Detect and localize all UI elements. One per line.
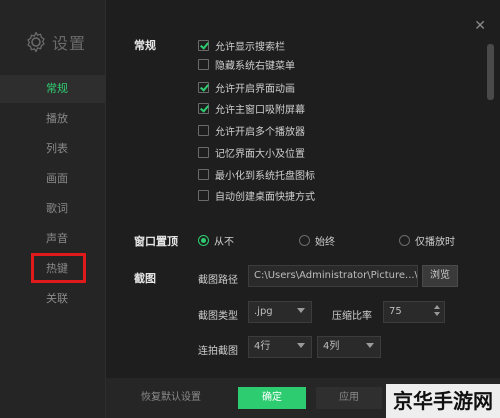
radio-label: 仅播放时	[415, 237, 455, 248]
browse-button[interactable]: 浏览	[422, 265, 458, 287]
checkbox[interactable]	[198, 59, 209, 70]
option-desktop-shortcut[interactable]: 自动创建桌面快捷方式	[198, 188, 315, 203]
close-icon[interactable]: ✕	[474, 18, 486, 34]
checkbox[interactable]	[198, 169, 209, 180]
select-value: 4行	[254, 341, 271, 352]
option-label: 允许开启界面动画	[215, 84, 295, 95]
apply-button[interactable]: 应用	[316, 387, 382, 409]
radio-button[interactable]	[399, 235, 410, 246]
scrollbar[interactable]	[487, 44, 494, 100]
sidebar-item-playback[interactable]: 播放	[0, 105, 106, 133]
checkbox[interactable]	[198, 190, 209, 201]
select-value: .jpg	[254, 306, 273, 317]
spin-arrows-icon[interactable]	[434, 305, 440, 316]
sidebar-item-audio[interactable]: 声音	[0, 225, 106, 253]
radio-button[interactable]	[299, 235, 310, 246]
radio-label: 始终	[315, 237, 335, 248]
option-label: 允许开启多个播放器	[215, 127, 305, 138]
sidebar-item-lyrics[interactable]: 歌词	[0, 195, 106, 223]
gear-icon	[27, 31, 45, 53]
screenshot-path-input[interactable]: C:\Users\Administrator\Picture...\	[248, 265, 418, 287]
option-hide-context-menu[interactable]: 隐藏系统右键菜单	[198, 57, 295, 72]
checkbox[interactable]	[198, 125, 209, 136]
restore-defaults-button[interactable]: 恢复默认设置	[126, 387, 216, 409]
sidebar-item-associations[interactable]: 关联	[0, 285, 106, 313]
stepper-value: 75	[389, 306, 402, 317]
sidebar-item-general[interactable]: 常规	[0, 75, 106, 103]
sidebar-item-display[interactable]: 画面	[0, 165, 106, 193]
option-label: 允许显示搜索栏	[215, 42, 285, 53]
radio-never[interactable]: 从不	[198, 233, 234, 248]
option-label: 最小化到系统托盘图标	[215, 171, 315, 182]
chevron-down-icon	[297, 308, 305, 313]
settings-content: ✕ 常规 允许显示搜索栏 隐藏系统右键菜单 允许开启界面动画 允许主窗口吸附屏幕…	[106, 0, 500, 418]
option-snap-to-screen[interactable]: 允许主窗口吸附屏幕	[198, 101, 305, 116]
chevron-down-icon	[297, 343, 305, 348]
option-multiple-players[interactable]: 允许开启多个播放器	[198, 123, 305, 138]
option-label: 隐藏系统右键菜单	[215, 61, 295, 72]
screenshot-type-label: 截图类型	[198, 311, 238, 322]
general-section-label: 常规	[134, 39, 156, 52]
ok-button[interactable]: 确定	[238, 387, 306, 409]
radio-button[interactable]	[198, 235, 209, 246]
option-label: 自动创建桌面快捷方式	[215, 192, 315, 203]
burst-rows-select[interactable]: 4行	[248, 336, 312, 358]
burst-cols-select[interactable]: 4列	[317, 336, 381, 358]
option-minimize-to-tray[interactable]: 最小化到系统托盘图标	[198, 167, 315, 182]
radio-always[interactable]: 始终	[299, 233, 335, 248]
option-show-search-bar[interactable]: 允许显示搜索栏	[198, 38, 285, 53]
checkbox[interactable]	[198, 40, 209, 51]
radio-label: 从不	[214, 237, 234, 248]
chevron-down-icon	[366, 343, 374, 348]
select-value: 4列	[323, 341, 340, 352]
option-label: 记忆界面大小及位置	[215, 149, 305, 160]
checkbox[interactable]	[198, 147, 209, 158]
screenshot-section-label: 截图	[134, 272, 156, 285]
checkbox[interactable]	[198, 103, 209, 114]
hotkeys-highlight-box	[31, 253, 86, 283]
compression-ratio-label: 压缩比率	[332, 311, 372, 322]
option-remember-size[interactable]: 记忆界面大小及位置	[198, 145, 305, 160]
option-label: 允许主窗口吸附屏幕	[215, 105, 305, 116]
checkbox[interactable]	[198, 82, 209, 93]
radio-only-playing[interactable]: 仅播放时	[399, 233, 455, 248]
sidebar-header: 设置	[24, 30, 86, 54]
settings-sidebar: 设置 常规 播放 列表 画面 歌词 声音 热键 关联	[0, 0, 106, 418]
compression-ratio-stepper[interactable]: 75	[383, 301, 445, 323]
sidebar-item-playlist[interactable]: 列表	[0, 135, 106, 163]
settings-title: 设置	[52, 34, 87, 53]
site-watermark: 京华手游网	[386, 384, 500, 418]
screenshot-path-label: 截图路径	[198, 275, 238, 286]
screenshot-type-select[interactable]: .jpg	[248, 301, 312, 323]
option-ui-animation[interactable]: 允许开启界面动画	[198, 80, 295, 95]
ontop-section-label: 窗口置顶	[134, 235, 178, 248]
burst-screenshot-label: 连拍截图	[198, 346, 238, 357]
